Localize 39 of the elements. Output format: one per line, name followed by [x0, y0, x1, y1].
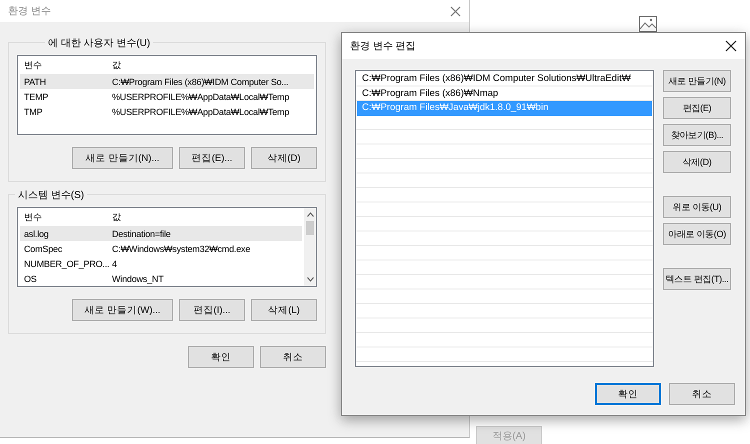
variable-row[interactable]: TEMP %USERPROFILE%₩AppData₩Local₩Temp: [20, 89, 314, 104]
group-label: 에 대한 사용자 변수(U): [45, 36, 154, 50]
dialog-button[interactable]: 삭제(D): [663, 151, 731, 173]
variable-row[interactable]: TMP %USERPROFILE%₩AppData₩Local₩Temp: [20, 104, 314, 119]
close-icon[interactable]: [725, 40, 737, 52]
column-header: 값: [111, 58, 121, 72]
dialog-button[interactable]: 편집(E): [663, 97, 731, 119]
column-header: 변수: [23, 210, 43, 224]
dialog-button[interactable]: 위로 이동(U): [663, 196, 731, 218]
dialog-button[interactable]: 확인: [188, 346, 254, 368]
group-label: 시스템 변수(S): [15, 188, 88, 202]
dialog-button[interactable]: 텍스트 편집(T)...: [663, 268, 731, 290]
dialog-button[interactable]: 새로 만들기(W)...: [72, 299, 173, 321]
variable-row[interactable]: NUMBER_OF_PRO... 4: [20, 256, 302, 271]
path-item[interactable]: C:₩Program Files (x86)₩Nmap: [357, 86, 652, 101]
dialog-button[interactable]: 삭제(L): [251, 299, 317, 321]
variable-row[interactable]: PATH C:₩Program Files (x86)₩IDM Computer So...: [20, 74, 314, 89]
scroll-thumb[interactable]: [306, 221, 314, 235]
variable-row[interactable]: ComSpec C:₩Windows₩system32₩cmd.exe: [20, 241, 302, 256]
path-item[interactable]: C:₩Program Files (x86)₩IDM Computer Solutions₩UltraEdit₩: [357, 72, 652, 86]
dialog-button[interactable]: 새로 만들기(N): [663, 70, 731, 92]
column-header: 변수: [23, 58, 43, 72]
dialog-button[interactable]: 편집(E)...: [179, 147, 245, 169]
dialog-button[interactable]: 취소: [260, 346, 326, 368]
cancel-button[interactable]: 취소: [669, 383, 735, 405]
dialog-button[interactable]: 새로 만들기(N)...: [72, 147, 173, 169]
scroll-down-icon[interactable]: [306, 277, 314, 282]
variable-row[interactable]: OS Windows_NT: [20, 271, 302, 286]
dialog-button[interactable]: 삭제(D): [251, 147, 317, 169]
dialog-button[interactable]: 아래로 이동(O): [663, 223, 731, 245]
window-title: 환경 변수: [8, 5, 51, 18]
dialog-button[interactable]: 찾아보기(B)...: [663, 124, 731, 146]
scroll-up-icon[interactable]: [306, 212, 314, 217]
column-header: 값: [111, 210, 121, 224]
scrollbar[interactable]: [304, 208, 316, 286]
dialog-button[interactable]: 편집(I)...: [179, 299, 245, 321]
ok-button[interactable]: 확인: [595, 383, 661, 405]
window-title: 환경 변수 편집: [350, 40, 416, 53]
variable-row[interactable]: asl.log Destination=file: [20, 226, 302, 241]
